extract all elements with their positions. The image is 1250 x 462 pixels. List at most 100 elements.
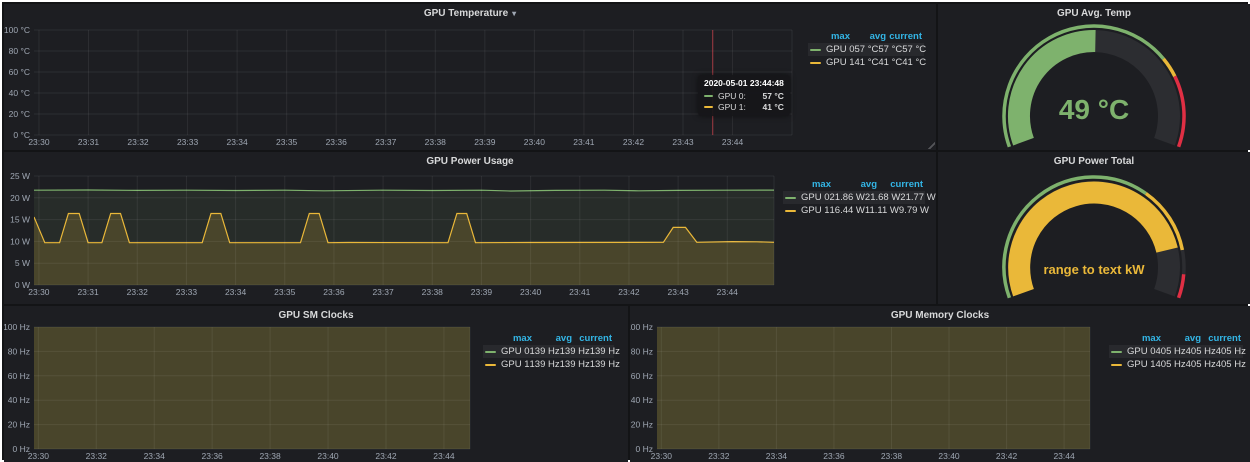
- x-tick-label: 23:33: [176, 287, 198, 297]
- x-tick-label: 23:33: [177, 137, 199, 147]
- tooltip-timestamp: 2020-05-01 23:44:48: [704, 78, 784, 88]
- legend-value: 139 Hz: [530, 359, 560, 370]
- legend-value: 139 Hz: [590, 346, 620, 357]
- series-swatch: [704, 95, 713, 97]
- legend-sort-current[interactable]: current: [877, 179, 923, 190]
- chart-canvas: 0 Hz20 Hz40 Hz60 Hz80 Hz100 Hz23:3023:32…: [630, 306, 1250, 462]
- legend-series-toggle[interactable]: GPU 0: [810, 44, 855, 55]
- x-tick-label: 23:30: [28, 287, 50, 297]
- x-tick-label: 23:38: [259, 451, 281, 461]
- legend-sort-current[interactable]: current: [572, 333, 612, 344]
- legend-sort-current[interactable]: current: [1201, 333, 1241, 344]
- x-tick-label: 23:34: [766, 451, 788, 461]
- series-line-gpu-0: [34, 190, 774, 191]
- legend-series-toggle[interactable]: GPU 1: [785, 205, 830, 216]
- legend-series-toggle[interactable]: GPU 1: [1111, 359, 1156, 370]
- legend-value: 16.44 W: [830, 205, 865, 216]
- x-tick-label: 23:42: [996, 451, 1018, 461]
- legend-value: 11.11 W: [865, 205, 899, 216]
- panel-gpu-avg-temp: GPU Avg. Temp 49 °C: [938, 4, 1250, 150]
- y-tick-label: 20 W: [10, 193, 30, 203]
- gpu-power-total-gauge: [938, 152, 1250, 304]
- tooltip-series-name: GPU 1:: [718, 102, 746, 112]
- x-tick-label: 23:36: [202, 451, 224, 461]
- legend-row: GPU 057 °C57 °C57 °C: [808, 43, 924, 56]
- x-tick-label: 23:36: [323, 287, 345, 297]
- chart-canvas: 0 W5 W10 W15 W20 W25 W23:3023:3123:3223:…: [4, 152, 936, 304]
- legend-sort-avg[interactable]: avg: [850, 31, 886, 42]
- tooltip-row: GPU 1: 41 °C: [704, 101, 784, 112]
- legend-series-toggle[interactable]: GPU 0: [485, 346, 530, 357]
- x-tick-label: 23:34: [144, 451, 166, 461]
- legend-value: 57 °C: [855, 44, 879, 55]
- x-tick-label: 23:43: [672, 137, 694, 147]
- y-tick-label: 10 W: [10, 236, 30, 246]
- legend-sort-max[interactable]: max: [785, 179, 831, 190]
- legend-sort-max[interactable]: max: [492, 333, 532, 344]
- x-tick-label: 23:31: [77, 287, 99, 297]
- y-tick-label: 15 W: [10, 215, 30, 225]
- y-tick-label: 100 Hz: [630, 322, 653, 332]
- x-tick-label: 23:43: [667, 287, 689, 297]
- x-tick-label: 23:40: [317, 451, 339, 461]
- gpu-avg-temp-gauge: [938, 4, 1250, 150]
- legend-value: 9.79 W: [899, 205, 929, 216]
- y-tick-label: 40 Hz: [631, 395, 653, 405]
- legend-header-row: maxavgcurrent: [808, 30, 924, 43]
- y-tick-label: 60 °C: [9, 67, 30, 77]
- x-tick-label: 23:38: [881, 451, 903, 461]
- x-tick-label: 23:40: [520, 287, 542, 297]
- legend-sort-max[interactable]: max: [814, 31, 850, 42]
- x-tick-label: 23:36: [326, 137, 348, 147]
- series-swatch: [485, 351, 496, 353]
- gpu-memory-clocks-chart[interactable]: 0 Hz20 Hz40 Hz60 Hz80 Hz100 Hz23:3023:32…: [630, 306, 1250, 462]
- legend-series-toggle[interactable]: GPU 1: [485, 359, 530, 370]
- legend-value: 405 Hz: [1186, 346, 1216, 357]
- chart-canvas: 0 Hz20 Hz40 Hz60 Hz80 Hz100 Hz23:3023:32…: [4, 306, 628, 462]
- gauge-canvas: [938, 152, 1250, 304]
- legend-series-toggle[interactable]: GPU 0: [785, 192, 830, 203]
- legend-series-toggle[interactable]: GPU 0: [1111, 346, 1156, 357]
- x-tick-label: 23:36: [823, 451, 845, 461]
- y-tick-label: 25 W: [10, 171, 30, 181]
- panel-gpu-power-usage: GPU Power Usage 0 W5 W10 W15 W20 W25 W23…: [4, 152, 936, 304]
- y-tick-label: 80 Hz: [8, 346, 30, 356]
- gpu-power-usage-chart[interactable]: 0 W5 W10 W15 W20 W25 W23:3023:3123:3223:…: [4, 152, 936, 304]
- y-tick-label: 20 Hz: [8, 420, 30, 430]
- y-tick-label: 80 Hz: [631, 346, 653, 356]
- legend-series-toggle[interactable]: GPU 1: [810, 57, 855, 68]
- x-tick-label: 23:41: [573, 137, 595, 147]
- legend-value: 41 °C: [878, 57, 902, 68]
- legend-row: GPU 0405 Hz405 Hz405 Hz: [1109, 345, 1243, 358]
- legend-sort-avg[interactable]: avg: [532, 333, 572, 344]
- y-tick-label: 20 Hz: [631, 420, 653, 430]
- legend-row: GPU 0139 Hz139 Hz139 Hz: [483, 345, 614, 358]
- y-tick-label: 40 Hz: [8, 395, 30, 405]
- legend-header-row: maxavgcurrent: [1109, 332, 1243, 345]
- gpu-temperature-chart[interactable]: 0 °C20 °C40 °C60 °C80 °C100 °C23:3023:31…: [4, 4, 936, 150]
- gpu-sm-clocks-chart[interactable]: 0 Hz20 Hz40 Hz60 Hz80 Hz100 Hz23:3023:32…: [4, 306, 628, 462]
- x-tick-label: 23:32: [708, 451, 730, 461]
- y-tick-label: 100 °C: [4, 25, 30, 35]
- tooltip-series-value: 41 °C: [763, 102, 784, 112]
- legend-value: 21.68 W: [865, 192, 900, 203]
- legend-value: 21.86 W: [830, 192, 865, 203]
- legend-sort-avg[interactable]: avg: [1161, 333, 1201, 344]
- gauge-canvas: [938, 4, 1250, 150]
- series-swatch: [810, 62, 821, 64]
- x-tick-label: 23:35: [274, 287, 296, 297]
- legend-sort-avg[interactable]: avg: [831, 179, 877, 190]
- gauge-value-text: 49 °C: [938, 94, 1250, 126]
- x-tick-label: 23:42: [623, 137, 645, 147]
- legend-value: 139 Hz: [560, 346, 590, 357]
- gpu-temperature-legend: maxavgcurrentGPU 057 °C57 °C57 °CGPU 1 41…: [808, 30, 924, 69]
- chart-tooltip: 2020-05-01 23:44:48 GPU 0: 57 °C GPU 1: …: [698, 75, 790, 116]
- gpu-sm-clocks-legend: maxavgcurrentGPU 0139 Hz139 Hz139 HzGPU …: [483, 332, 614, 371]
- dashboard-grid: GPU Temperature▾ 0 °C20 °C40 °C60 °C80 °…: [2, 2, 1248, 460]
- x-tick-label: 23:34: [225, 287, 247, 297]
- panel-resize-handle[interactable]: [927, 141, 935, 149]
- legend-sort-max[interactable]: max: [1121, 333, 1161, 344]
- legend-sort-current[interactable]: current: [886, 31, 922, 42]
- series-swatch: [485, 364, 496, 366]
- legend-value: 139 Hz: [530, 346, 560, 357]
